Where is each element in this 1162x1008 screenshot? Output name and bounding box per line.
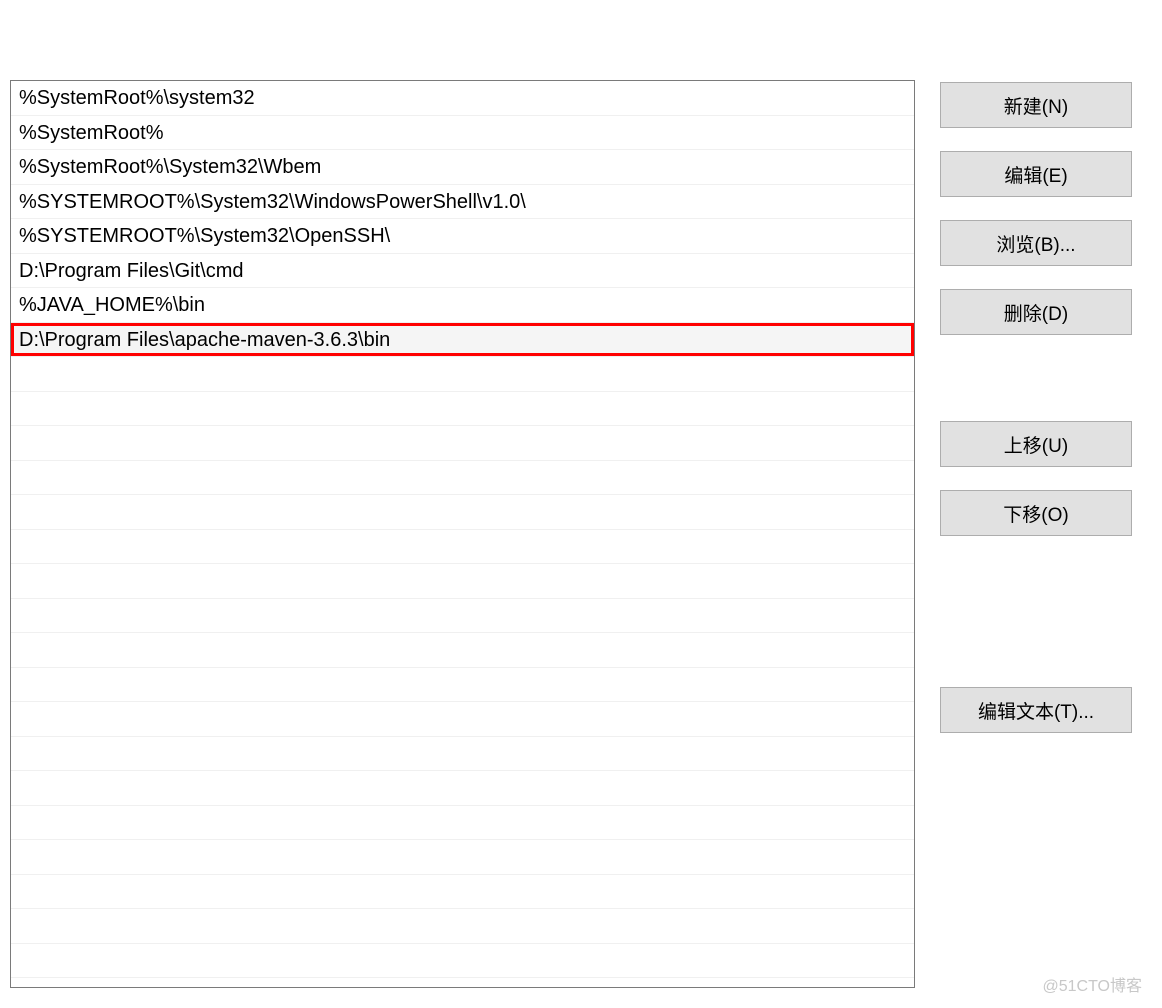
- empty-row[interactable]: [11, 909, 914, 944]
- empty-row[interactable]: [11, 771, 914, 806]
- empty-row[interactable]: [11, 530, 914, 565]
- spacer: [940, 559, 1132, 664]
- edit-button[interactable]: 编辑(E): [940, 151, 1132, 197]
- empty-row[interactable]: [11, 495, 914, 530]
- empty-row[interactable]: [11, 564, 914, 599]
- move-up-button[interactable]: 上移(U): [940, 421, 1132, 467]
- path-entry[interactable]: %SYSTEMROOT%\System32\OpenSSH\: [11, 219, 914, 254]
- watermark: @51CTO博客: [1042, 972, 1142, 996]
- empty-row[interactable]: [11, 633, 914, 668]
- empty-row[interactable]: [11, 702, 914, 737]
- empty-row[interactable]: [11, 806, 914, 841]
- path-entry[interactable]: %SystemRoot%: [11, 116, 914, 151]
- path-entry[interactable]: D:\Program Files\Git\cmd: [11, 254, 914, 289]
- button-column: 新建(N) 编辑(E) 浏览(B)... 删除(D) 上移(U) 下移(O) 编…: [940, 80, 1132, 988]
- path-entry[interactable]: %SystemRoot%\system32: [11, 81, 914, 116]
- empty-row[interactable]: [11, 461, 914, 496]
- delete-button[interactable]: 删除(D): [940, 289, 1132, 335]
- empty-row[interactable]: [11, 840, 914, 875]
- empty-row[interactable]: [11, 737, 914, 772]
- env-var-edit-dialog: %SystemRoot%\system32 %SystemRoot% %Syst…: [0, 0, 1162, 1008]
- path-entry[interactable]: %SystemRoot%\System32\Wbem: [11, 150, 914, 185]
- edit-text-button[interactable]: 编辑文本(T)...: [940, 687, 1132, 733]
- empty-row[interactable]: [11, 392, 914, 427]
- browse-button[interactable]: 浏览(B)...: [940, 220, 1132, 266]
- path-listbox[interactable]: %SystemRoot%\system32 %SystemRoot% %Syst…: [10, 80, 915, 988]
- spacer: [940, 358, 1132, 398]
- empty-row[interactable]: [11, 426, 914, 461]
- path-entry[interactable]: %JAVA_HOME%\bin: [11, 288, 914, 323]
- empty-row[interactable]: [11, 357, 914, 392]
- empty-row[interactable]: [11, 944, 914, 979]
- empty-row[interactable]: [11, 668, 914, 703]
- path-entry[interactable]: %SYSTEMROOT%\System32\WindowsPowerShell\…: [11, 185, 914, 220]
- empty-row[interactable]: [11, 875, 914, 910]
- empty-row[interactable]: [11, 599, 914, 634]
- new-button[interactable]: 新建(N): [940, 82, 1132, 128]
- path-entry-selected[interactable]: D:\Program Files\apache-maven-3.6.3\bin: [11, 323, 914, 358]
- move-down-button[interactable]: 下移(O): [940, 490, 1132, 536]
